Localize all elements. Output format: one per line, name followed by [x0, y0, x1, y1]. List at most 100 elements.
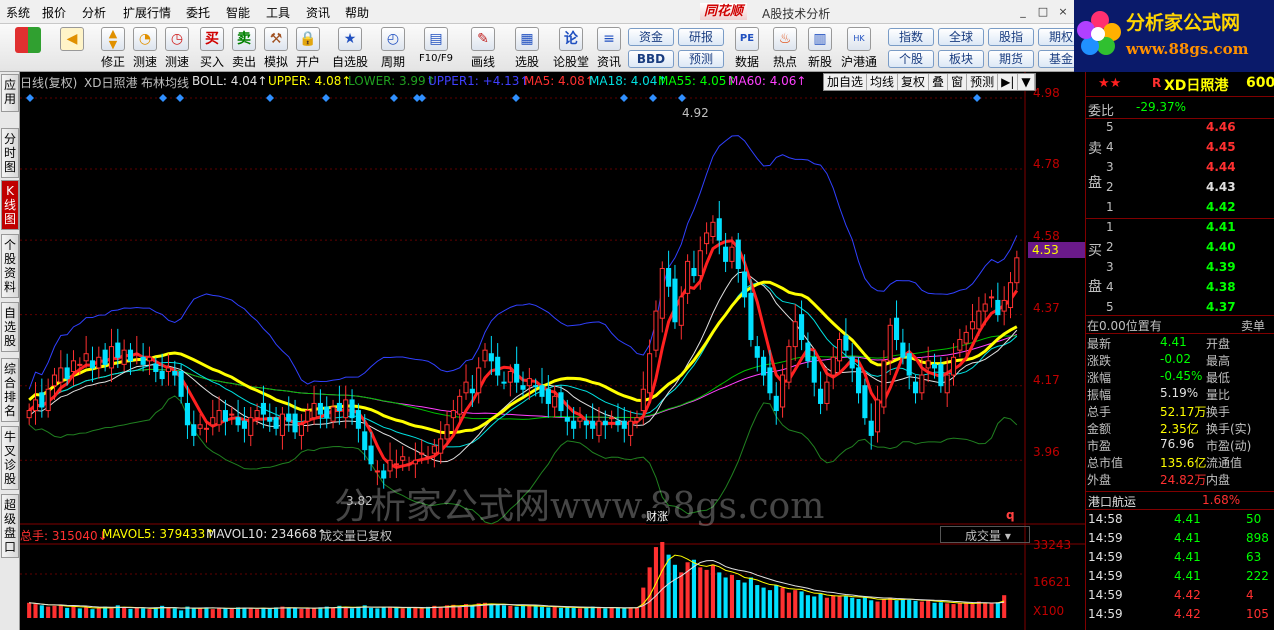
candle-body [298, 424, 304, 436]
volume-bar [153, 607, 158, 618]
price: 4.38 [1206, 280, 1236, 294]
watchlist-button[interactable]: ★ 自选股 [330, 26, 370, 70]
clock-button[interactable]: ◷ 测速 [162, 26, 192, 70]
minimize-button[interactable]: _ [1014, 3, 1032, 20]
buy-row: 2 4.40 [1086, 240, 1274, 260]
predict-button[interactable]: 预测 [967, 74, 999, 90]
cycle-button[interactable]: ◴ 周期 [374, 26, 412, 70]
fix-button[interactable]: ▲ ▼ 修正 [98, 26, 128, 70]
sidebar-app[interactable]: 应用 [1, 74, 19, 112]
draw-line-button[interactable]: ✎ 画线 [464, 26, 502, 70]
menu-system[interactable]: 系统 [6, 4, 30, 21]
window-button[interactable]: 窗 [948, 74, 968, 90]
candle-body [83, 353, 89, 362]
event-diamond-icon [620, 94, 628, 102]
f10-button[interactable]: ▤ F10/F9 [414, 26, 458, 70]
hotspot-button[interactable]: ♨ 热点 [770, 26, 800, 70]
index-button[interactable]: 指数 [888, 28, 934, 46]
candle-body [666, 267, 672, 287]
menu-analysis[interactable]: 分析 [82, 4, 106, 21]
price-axis-label-2: 4.58 [1033, 229, 1060, 243]
menu-smart[interactable]: 智能 [226, 4, 250, 21]
menu-trade[interactable]: 委托 [186, 4, 210, 21]
jump-end-button[interactable]: ▶| [998, 74, 1019, 90]
level: 3 [1106, 260, 1114, 274]
menu-quote[interactable]: 报价 [42, 4, 66, 21]
kline-chart-area[interactable]: 日线(复权) XD日照港 布林均线 BOLL: 4.04↑ UPPER: 4.0… [20, 72, 1085, 630]
volume-bar [894, 600, 899, 618]
volume-bar [660, 542, 665, 618]
research-button[interactable]: 研报 [678, 28, 724, 46]
volume-bar [520, 605, 526, 618]
speed-test-button[interactable]: ◔ 测速 [130, 26, 160, 70]
price: 4.45 [1206, 140, 1236, 154]
volume-bar [514, 606, 519, 618]
candle-body [931, 363, 938, 369]
chart-grid [20, 72, 1085, 630]
menu-extended[interactable]: 扩展行情 [123, 4, 171, 21]
overlay-button[interactable]: 叠 [929, 74, 949, 90]
global-button[interactable]: 全球 [938, 28, 984, 46]
up-down-arrows-icon: ▲ ▼ [101, 27, 125, 51]
sell-button[interactable]: 卖 卖出 [230, 26, 258, 70]
candle-body [267, 417, 273, 422]
candle-body [571, 420, 577, 429]
adjust-button[interactable]: 复权 [898, 74, 930, 90]
sector-button[interactable]: 板块 [938, 50, 984, 68]
news-button[interactable]: ≡ 资讯 [594, 26, 624, 70]
stat-right-label: 最高 [1206, 354, 1231, 368]
open-account-button[interactable]: 🔒 开户 [294, 26, 322, 70]
volume-bar [438, 606, 443, 618]
sidebar-ranking[interactable]: 综合排名 [1, 358, 19, 422]
price-axis-label-5: 3.96 [1033, 445, 1060, 459]
windows-button[interactable] [8, 26, 48, 70]
volume-bar [109, 608, 114, 618]
sidebar-diagnosis[interactable]: 牛叉诊股 [1, 426, 19, 490]
volume-bar [799, 591, 804, 618]
stat-right-label: 流通值 [1206, 456, 1243, 470]
futures-button[interactable]: 期货 [988, 50, 1034, 68]
sidebar-kline[interactable]: K线图 [1, 180, 19, 230]
stat-label: 涨跌 [1087, 354, 1112, 368]
volume-bar [539, 606, 545, 618]
hk-icon: HK [847, 27, 871, 51]
bbd-button[interactable]: BBD [628, 50, 674, 68]
new-stock-button[interactable]: ▥ 新股 [805, 26, 835, 70]
candle-body [919, 374, 925, 394]
add-watch-button[interactable]: 加自选 [824, 74, 868, 90]
maximize-button[interactable]: □ [1034, 3, 1052, 20]
hammer-icon: ⚒ [264, 27, 288, 51]
volume-bar [584, 607, 589, 618]
stock-select-button[interactable]: ▦ 选股 [508, 26, 546, 70]
data-button[interactable]: PE 数据 [732, 26, 762, 70]
lock-icon: 🔒 [296, 27, 320, 51]
buy-button[interactable]: 买 买入 [198, 26, 226, 70]
volume-dropdown[interactable]: 成交量 ▾ [940, 526, 1030, 543]
stock-index-button[interactable]: 股指 [988, 28, 1034, 46]
ma-button[interactable]: 均线 [867, 74, 899, 90]
sidebar-intraday[interactable]: 分时图 [1, 128, 19, 178]
forum-button[interactable]: 论 论股堂 [552, 26, 590, 70]
menu-news[interactable]: 资讯 [306, 4, 330, 21]
fund-flow-button[interactable]: 资金 [628, 28, 674, 46]
sidebar-profile[interactable]: 个股资料 [1, 234, 19, 298]
sidebar-watchlist[interactable]: 自选股 [1, 302, 19, 352]
buy-icon: 买 [200, 27, 224, 51]
sidebar-superboard[interactable]: 超级盘口 [1, 494, 19, 558]
candle-body [108, 346, 115, 369]
forum-icon: 论 [559, 27, 583, 51]
single-stock-button[interactable]: 个股 [888, 50, 934, 68]
volume-bar [141, 608, 146, 618]
hk-connect-button[interactable]: HK 沪港通 [840, 26, 878, 70]
candle-body [96, 356, 102, 369]
back-button[interactable]: ◀ [52, 26, 92, 70]
candle-body [102, 349, 108, 365]
forecast-button[interactable]: 预测 [678, 50, 724, 68]
ma18-value: MA18: 4.04↑ [589, 74, 668, 88]
candle-body [944, 374, 950, 394]
menu-tools[interactable]: 工具 [266, 4, 290, 21]
menu-help[interactable]: 帮助 [345, 4, 369, 21]
stat-value: 135.6亿 [1160, 456, 1207, 470]
simulate-button[interactable]: ⚒ 模拟 [262, 26, 290, 70]
close-button[interactable]: × [1054, 3, 1072, 20]
